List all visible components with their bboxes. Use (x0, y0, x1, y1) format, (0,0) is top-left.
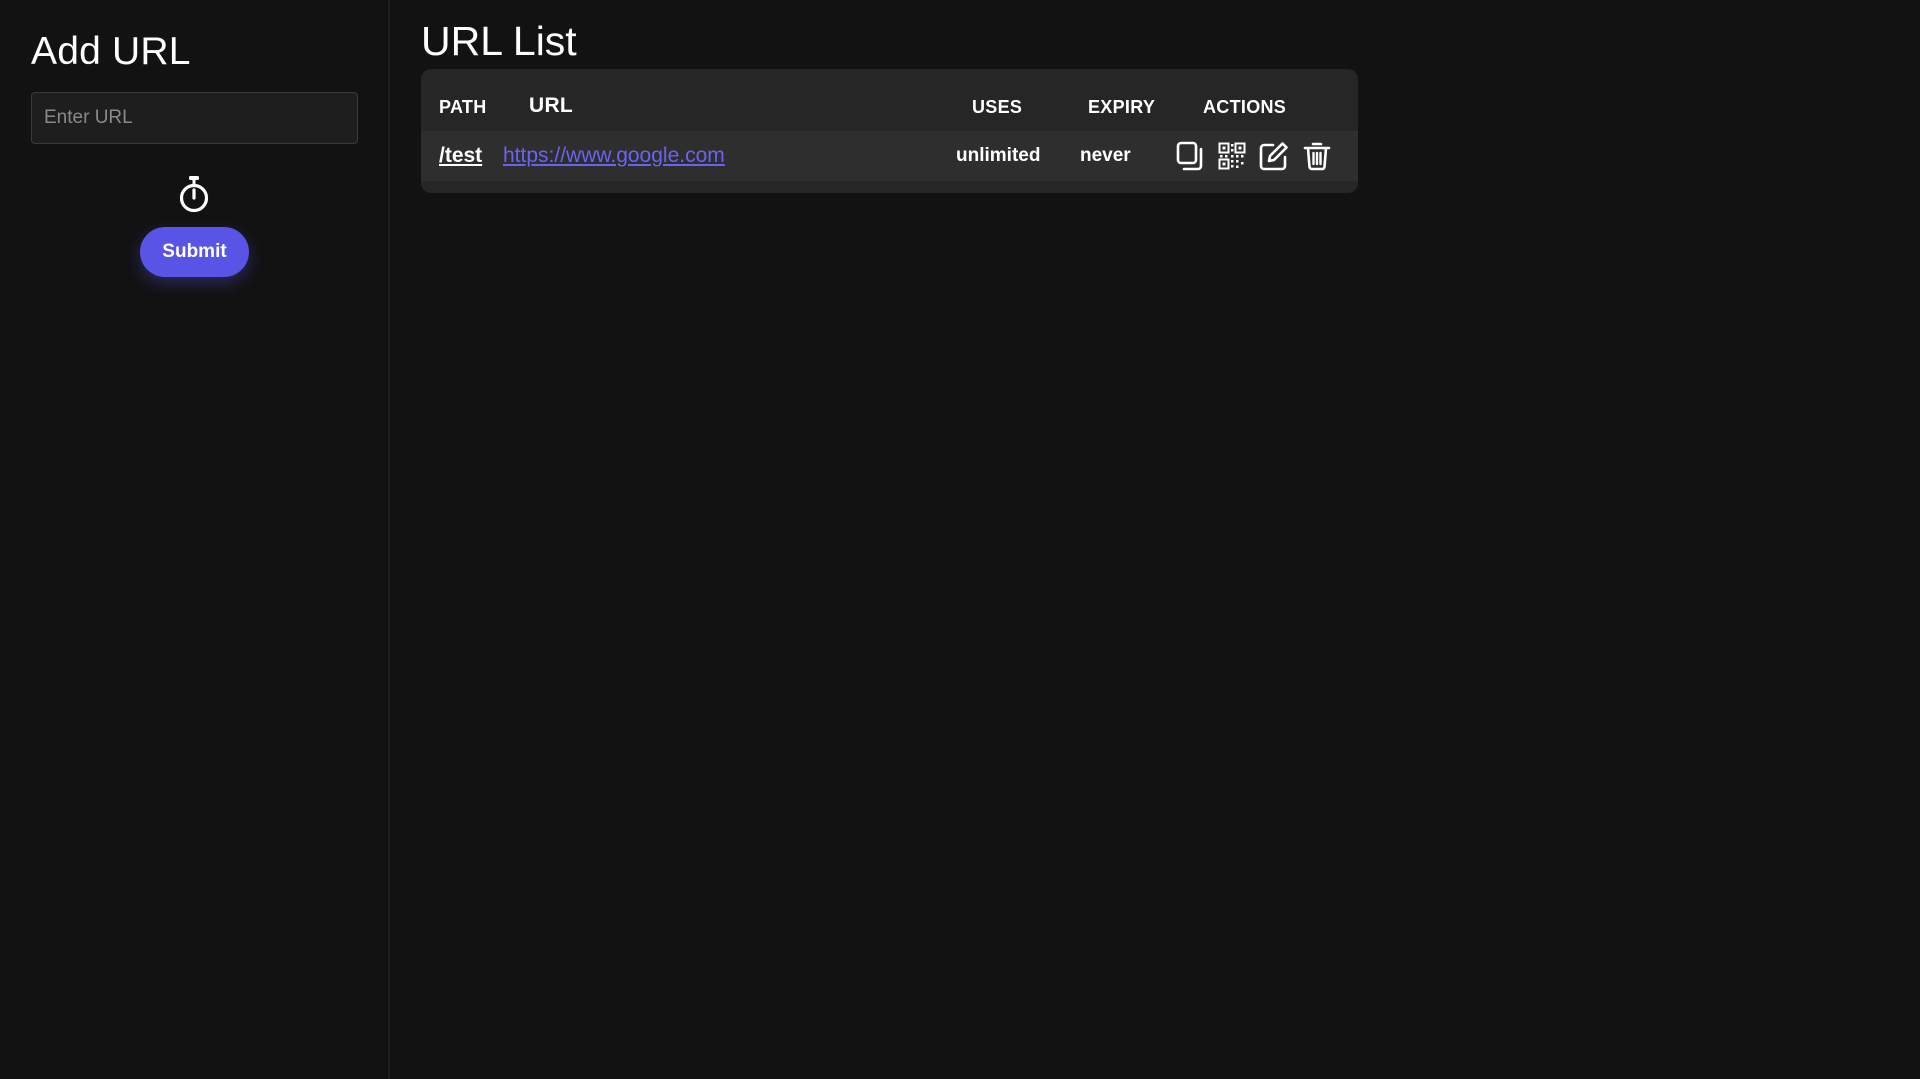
url-cell: https://www.google.com (503, 131, 725, 181)
column-header-actions: ACTIONS (1203, 97, 1287, 117)
column-header-url: URL (529, 94, 574, 117)
uses-cell: unlimited (956, 145, 1041, 166)
app-root: Add URL Submit URL List PATH URL USES EX… (0, 0, 1920, 1079)
add-url-sidebar: Add URL Submit (0, 0, 390, 1079)
add-url-title: Add URL (31, 30, 191, 73)
delete-button[interactable] (1302, 141, 1332, 171)
expiry-cell: never (1080, 145, 1131, 166)
column-header-path: PATH (439, 97, 487, 117)
submit-button[interactable]: Submit (140, 227, 249, 277)
column-header-uses: USES (972, 97, 1023, 117)
url-table: PATH URL USES EXPIRY ACTIONS /test https… (421, 69, 1358, 193)
edit-button[interactable] (1259, 141, 1289, 171)
qr-code-icon (1218, 142, 1246, 170)
edit-icon (1259, 142, 1288, 171)
url-link[interactable]: https://www.google.com (503, 144, 725, 167)
path-link[interactable]: /test (439, 144, 482, 167)
column-header-expiry: EXPIRY (1088, 97, 1156, 117)
copy-icon (1176, 141, 1203, 171)
table-row: /test https://www.google.com unlimited n… (421, 131, 1358, 181)
expiry-timer-button[interactable] (174, 172, 214, 216)
table-header: PATH URL USES EXPIRY ACTIONS (421, 69, 1358, 131)
url-list-title: URL List (421, 18, 577, 64)
url-input[interactable] (31, 92, 358, 144)
copy-button[interactable] (1175, 141, 1205, 171)
qr-code-button[interactable] (1217, 141, 1247, 171)
trash-icon (1303, 142, 1331, 171)
stopwatch-icon (179, 176, 209, 213)
path-cell: /test (439, 131, 482, 181)
